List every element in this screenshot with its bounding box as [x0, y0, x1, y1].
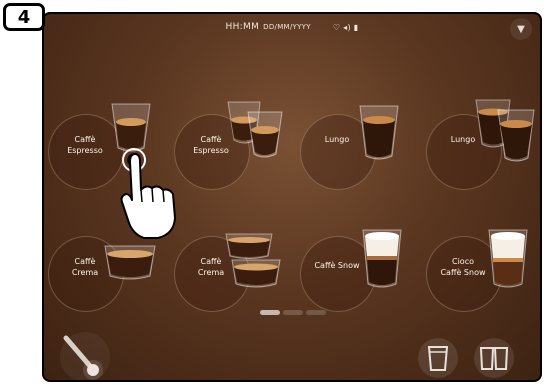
double-cup-icon — [479, 347, 509, 370]
page-indicator[interactable] — [260, 310, 326, 315]
beverage-lungo[interactable]: Lungo — [300, 105, 406, 196]
milk-nozzle-button[interactable] — [60, 332, 110, 380]
double-espresso-cup-icon — [226, 98, 286, 164]
single-cup-button[interactable] — [418, 338, 458, 378]
cup-icon — [427, 346, 449, 371]
machine-display: HH:MM DD/MM/YYYY ♡ ◂) ▮ ▼ CaffèEspresso — [42, 12, 542, 382]
lungo-cup-icon — [356, 100, 402, 164]
status-bar: HH:MM DD/MM/YYYY ♡ ◂) ▮ — [44, 14, 540, 40]
cioco-snow-cup-icon — [486, 226, 530, 292]
status-icons: ♡ ◂) ▮ — [332, 22, 359, 32]
page-dot-active[interactable] — [260, 310, 280, 315]
double-cup-button[interactable] — [474, 338, 514, 378]
step-number-badge: 4 — [3, 3, 45, 31]
milk-nozzle-icon — [63, 335, 103, 380]
manual-figure: 4 HH:MM DD/MM/YYYY ♡ ◂) ▮ ▼ Caffè Espress… — [0, 0, 552, 385]
page-dot[interactable] — [306, 310, 326, 315]
beverage-caffe-snow[interactable]: Caffè Snow — [300, 228, 406, 318]
chevron-down-icon: ▼ — [517, 23, 525, 35]
crema-cup-icon — [102, 240, 158, 284]
pointing-hand-icon — [120, 142, 190, 246]
snow-cup-icon — [360, 226, 404, 292]
status-time: HH:MM — [225, 22, 260, 32]
beverage-cioco-caffe-snow[interactable]: Cioco Caffè Snow — [426, 228, 532, 318]
page-dot[interactable] — [283, 310, 303, 315]
status-date: DD/MM/YYYY — [263, 23, 311, 31]
double-lungo-cup-icon — [474, 96, 536, 166]
menu-button[interactable]: ▼ — [510, 18, 532, 40]
beverage-double-lungo[interactable]: Lungo — [426, 99, 535, 196]
double-crema-cup-icon — [222, 230, 284, 292]
